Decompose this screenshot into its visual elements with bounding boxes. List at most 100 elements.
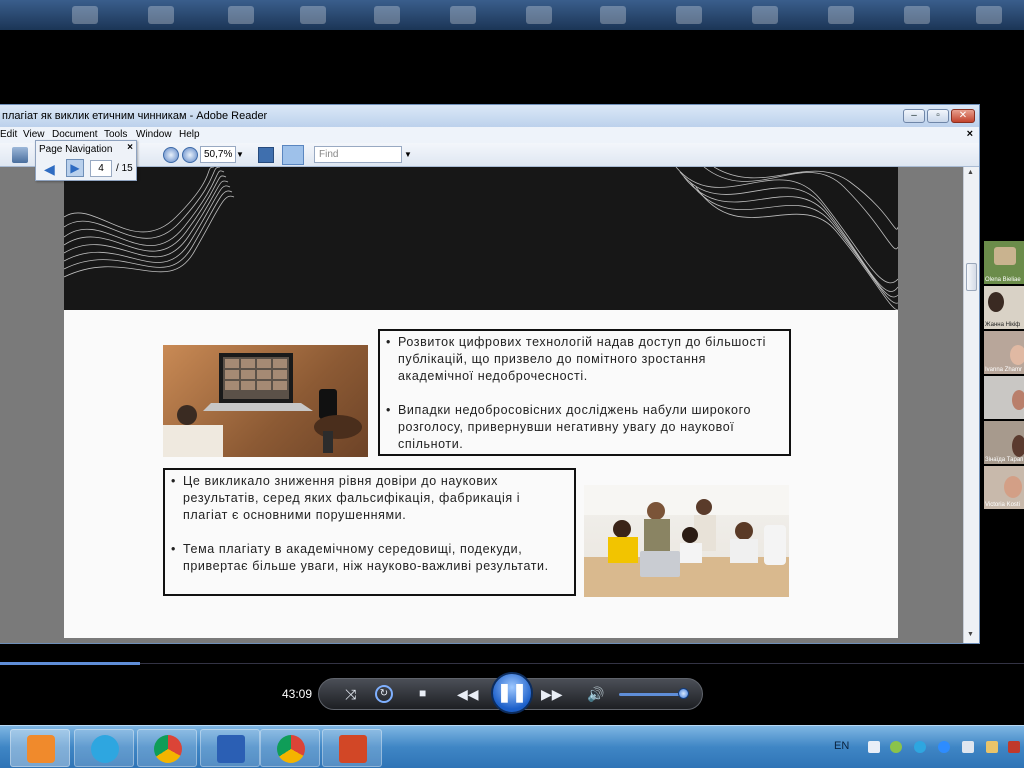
participant-name: Зінаїда Тарап xyxy=(985,457,1024,463)
powerpoint-icon xyxy=(339,735,367,763)
strip-thumbnail xyxy=(976,6,1002,24)
bullet-box-top: Розвиток цифрових технологій надав досту… xyxy=(378,329,791,456)
speaker-icon[interactable] xyxy=(962,741,974,753)
taskbar: EN xyxy=(0,725,1024,768)
media-player-icon xyxy=(27,735,55,763)
page-navigation-title: Page Navigation xyxy=(39,144,113,155)
top-thumbnail-strip xyxy=(0,0,1024,30)
page-navigation-toolbar: Page Navigation × ◀ ▶ 4 / 15 xyxy=(35,140,137,181)
bullet-point: Випадки недобросовісних досліджень набул… xyxy=(386,402,781,453)
bullet-point: Тема плагіату в академічному середовищі,… xyxy=(171,541,566,575)
volume-muted-icon[interactable] xyxy=(1008,741,1020,753)
bullet-point: Це викликало зниження рівня довіри до на… xyxy=(171,473,566,524)
stop-icon[interactable]: ■ xyxy=(419,686,426,700)
taskbar-chrome[interactable] xyxy=(137,729,197,767)
volume-icon[interactable]: 🔊 xyxy=(587,686,604,703)
vertical-scrollbar[interactable]: ▲ ▼ xyxy=(963,167,979,643)
team-meeting-photo xyxy=(584,485,789,597)
zoom-in-icon[interactable] xyxy=(182,147,198,163)
shuffle-icon[interactable]: ⤨ xyxy=(345,686,356,703)
scroll-up-icon[interactable]: ▲ xyxy=(967,169,974,176)
strip-thumbnail xyxy=(600,6,626,24)
rewind-icon[interactable]: ◀◀ xyxy=(457,686,479,703)
fast-forward-icon[interactable]: ▶▶ xyxy=(541,686,563,703)
strip-thumbnail xyxy=(148,6,174,24)
menu-view[interactable]: View xyxy=(23,129,45,140)
pause-button[interactable]: ❚❚ xyxy=(491,672,533,714)
volume-slider[interactable] xyxy=(619,693,683,696)
participant-tile[interactable] xyxy=(984,376,1024,419)
menu-window[interactable]: Window xyxy=(136,129,172,140)
zoom-out-icon[interactable] xyxy=(163,147,179,163)
playback-time: 43:09 xyxy=(282,687,313,701)
menu-document[interactable]: Document xyxy=(52,129,98,140)
participant-name: Olena Bieliae xyxy=(985,277,1021,283)
taskbar-powerpoint[interactable] xyxy=(322,729,382,767)
slide-header-banner xyxy=(64,167,898,311)
strip-thumbnail xyxy=(374,6,400,24)
player-controls: ⤨ ↻ ■ ◀◀ ❚❚ ▶▶ 🔊 xyxy=(318,672,703,714)
language-indicator[interactable]: EN xyxy=(834,740,849,752)
document-close-button[interactable]: × xyxy=(967,128,973,140)
toolbar: 50,7% ▼ Find ▼ xyxy=(0,143,979,167)
strip-thumbnail xyxy=(300,6,326,24)
close-button[interactable]: ✕ xyxy=(951,109,975,123)
strip-thumbnail xyxy=(526,6,552,24)
chevron-down-icon[interactable]: ▼ xyxy=(404,150,412,159)
page-total: / 15 xyxy=(116,163,133,174)
participant-tile[interactable]: Victoria Kosti xyxy=(984,466,1024,509)
chevron-down-icon[interactable]: ▼ xyxy=(236,150,244,159)
strip-thumbnail xyxy=(828,6,854,24)
window-title: плагіат як виклик етичним чинникам - Ado… xyxy=(2,110,268,122)
previous-page-icon[interactable]: ◀ xyxy=(44,161,55,178)
word-icon xyxy=(217,735,245,763)
usb-icon[interactable] xyxy=(868,741,880,753)
next-page-icon[interactable]: ▶ xyxy=(66,159,84,177)
repeat-icon[interactable]: ↻ xyxy=(375,685,393,703)
taskbar-telegram[interactable] xyxy=(74,729,134,767)
fit-width-icon[interactable] xyxy=(258,147,274,163)
strip-thumbnail xyxy=(228,6,254,24)
taskbar-media-player[interactable] xyxy=(10,729,70,767)
participant-tile[interactable]: Olena Bieliae xyxy=(984,241,1024,284)
title-bar[interactable]: плагіат як виклик етичним чинникам - Ado… xyxy=(0,105,979,127)
share-icon[interactable] xyxy=(12,147,28,163)
scroll-down-icon[interactable]: ▼ xyxy=(967,631,974,638)
wave-lines-decoration xyxy=(64,167,898,311)
chrome-icon xyxy=(154,735,182,763)
zoom-level-field[interactable]: 50,7% xyxy=(200,146,236,163)
maximize-button[interactable]: ▫ xyxy=(927,109,949,123)
network-icon[interactable] xyxy=(986,741,998,753)
participant-tile[interactable]: Ivanna Zhamr xyxy=(984,331,1024,374)
fit-page-icon[interactable] xyxy=(282,145,304,165)
zoom-icon[interactable] xyxy=(938,741,950,753)
page-number-input[interactable]: 4 xyxy=(90,160,112,177)
participant-tile[interactable]: Зінаїда Тарап xyxy=(984,421,1024,464)
strip-thumbnail xyxy=(72,6,98,24)
taskbar-chrome-profile[interactable] xyxy=(260,729,320,767)
seek-bar-track[interactable] xyxy=(140,663,1024,664)
chrome-icon xyxy=(277,735,305,763)
slide-page: Розвиток цифрових технологій надав досту… xyxy=(64,167,898,638)
telegram-tray-icon[interactable] xyxy=(914,741,926,753)
seek-bar-progress[interactable] xyxy=(0,662,140,665)
close-icon[interactable]: × xyxy=(127,142,133,153)
find-input[interactable]: Find xyxy=(314,146,402,163)
participant-name: Ivanna Zhamr xyxy=(985,367,1023,373)
strip-thumbnail xyxy=(904,6,930,24)
strip-thumbnail xyxy=(676,6,702,24)
menu-edit[interactable]: Edit xyxy=(0,129,17,140)
laptop-video-call-photo xyxy=(163,345,368,457)
plus-icon[interactable] xyxy=(890,741,902,753)
scrollbar-thumb[interactable] xyxy=(966,263,977,291)
taskbar-word[interactable] xyxy=(200,729,260,767)
menu-help[interactable]: Help xyxy=(179,129,200,140)
strip-thumbnail xyxy=(450,6,476,24)
desktop-screen: плагіат як виклик етичним чинникам - Ado… xyxy=(0,0,1024,768)
menu-tools[interactable]: Tools xyxy=(104,129,127,140)
menu-bar: Edit View Document Tools Window Help × xyxy=(0,127,979,143)
volume-slider-knob[interactable] xyxy=(678,688,689,699)
participant-tile[interactable]: Жанна Нікіф xyxy=(984,286,1024,329)
minimize-button[interactable]: – xyxy=(903,109,925,123)
participant-name: Victoria Kosti xyxy=(985,502,1020,508)
